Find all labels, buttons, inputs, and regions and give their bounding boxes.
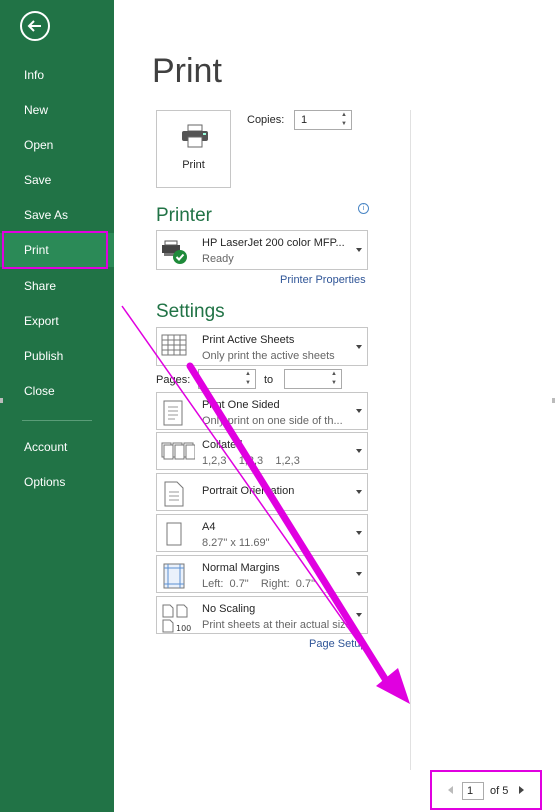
printer-icon: [182, 124, 208, 148]
nav-export[interactable]: Export: [0, 304, 114, 338]
chevron-down-icon: [356, 572, 362, 576]
resize-handle-left: [0, 398, 3, 403]
orientation-title: Portrait Orientation: [202, 485, 295, 497]
chevron-down-icon: [356, 490, 362, 494]
page-title: Print: [152, 52, 222, 90]
collated-icon: [161, 442, 195, 460]
preview-divider: [410, 110, 411, 770]
print-button-label: Print: [182, 159, 205, 171]
portrait-orientation-icon: [164, 481, 184, 507]
backstage-sidebar: Info New Open Save Save As Print Share E…: [0, 0, 114, 812]
collated-dropdown[interactable]: Collated 1,2,3 1,2,3 1,2,3: [156, 432, 368, 470]
nav-save[interactable]: Save: [0, 163, 114, 197]
nav-open[interactable]: Open: [0, 128, 114, 162]
previous-page-icon[interactable]: [448, 786, 453, 794]
nav-share[interactable]: Share: [0, 269, 114, 303]
pages-from-stepper[interactable]: ▲ ▼: [243, 370, 253, 388]
settings-heading: Settings: [156, 301, 225, 322]
copies-spinner[interactable]: 1 ▲ ▼: [294, 110, 352, 130]
paper-size-dropdown[interactable]: A4 8.27" x 11.69": [156, 514, 368, 552]
copies-stepper-arrows[interactable]: ▲ ▼: [339, 111, 349, 129]
pages-from-input[interactable]: ▲ ▼: [198, 369, 256, 389]
chevron-down-icon: [356, 344, 362, 349]
print-button[interactable]: Print: [156, 110, 231, 188]
preview-page-navigator: 1 of 5: [430, 770, 542, 810]
nav-publish[interactable]: Publish: [0, 339, 114, 373]
page-count-label: of 5: [490, 785, 509, 797]
paper-size-title: A4: [202, 521, 216, 533]
printer-properties-link[interactable]: Printer Properties: [280, 274, 366, 286]
print-pane: Print Print Copies: 1 ▲ ▼ Printer i HP La…: [114, 0, 555, 812]
copies-value: 1: [301, 114, 308, 126]
pages-to-stepper[interactable]: ▲ ▼: [329, 370, 339, 388]
back-button[interactable]: [20, 11, 50, 41]
nav-options[interactable]: Options: [0, 465, 114, 499]
info-icon[interactable]: i: [358, 203, 369, 214]
scaling-subtitle: Print sheets at their actual size: [202, 619, 352, 631]
printer-ready-icon: [162, 240, 187, 264]
next-page-icon[interactable]: [519, 786, 524, 794]
sided-subtitle: Only print on one side of th...: [202, 415, 343, 427]
print-sheets-title: Print Active Sheets: [202, 334, 295, 346]
nav-account[interactable]: Account: [0, 430, 114, 464]
sided-title: Print One Sided: [202, 399, 280, 411]
margins-title: Normal Margins: [202, 562, 280, 574]
copies-label: Copies:: [247, 114, 285, 126]
nav-save-as[interactable]: Save As: [0, 198, 114, 232]
scaling-title: No Scaling: [202, 603, 256, 615]
back-arrow-icon: [27, 20, 41, 32]
chevron-down-icon: [356, 409, 362, 413]
print-sheets-dropdown[interactable]: Print Active Sheets Only print the activ…: [156, 327, 368, 366]
collated-subtitle: 1,2,3 1,2,3 1,2,3: [202, 455, 300, 467]
scaling-dropdown[interactable]: 100 No Scaling Print sheets at their act…: [156, 596, 368, 634]
nav-info[interactable]: Info: [0, 58, 114, 92]
sided-dropdown[interactable]: Print One Sided Only print on one side o…: [156, 392, 368, 430]
active-sheets-icon: [161, 334, 187, 356]
chevron-down-icon: [356, 449, 362, 453]
no-scaling-icon: 100: [162, 604, 191, 633]
one-sided-icon: [163, 400, 183, 426]
chevron-down-icon: [356, 613, 362, 617]
printer-name: HP LaserJet 200 color MFP...: [202, 237, 345, 249]
margins-icon: [163, 563, 185, 589]
printer-dropdown[interactable]: HP LaserJet 200 color MFP... Ready: [156, 230, 368, 270]
margins-dropdown[interactable]: Normal Margins Left: 0.7" Right: 0.7": [156, 555, 368, 593]
pages-to-input[interactable]: ▲ ▼: [284, 369, 342, 389]
chevron-down-icon: [356, 248, 362, 252]
chevron-down-icon: [356, 531, 362, 535]
margins-subtitle: Left: 0.7" Right: 0.7": [202, 578, 315, 590]
nav-close[interactable]: Close: [0, 374, 114, 408]
annotation-highlight-print: [2, 231, 108, 269]
page-setup-link[interactable]: Page Setup: [309, 638, 367, 650]
paper-size-icon: [166, 522, 182, 546]
paper-size-subtitle: 8.27" x 11.69": [202, 537, 270, 549]
printer-status: Ready: [202, 253, 234, 265]
nav-new[interactable]: New: [0, 93, 114, 127]
svg-text:100: 100: [176, 624, 191, 633]
current-page-input[interactable]: 1: [462, 782, 484, 800]
printer-heading: Printer: [156, 205, 212, 226]
orientation-dropdown[interactable]: Portrait Orientation: [156, 473, 368, 511]
print-sheets-subtitle: Only print the active sheets: [202, 350, 335, 362]
collated-title: Collated: [202, 439, 243, 451]
pages-label: Pages:: [156, 374, 191, 386]
nav-divider: [22, 420, 92, 421]
pages-to-label: to: [264, 374, 274, 386]
